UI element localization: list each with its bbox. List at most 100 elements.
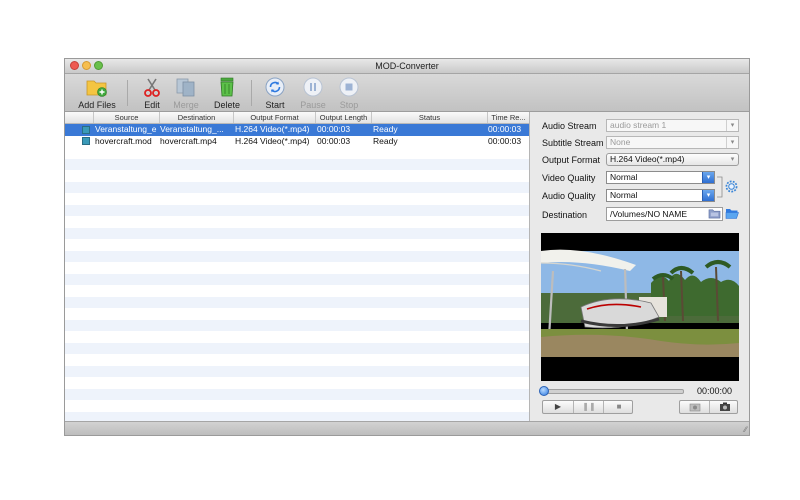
empty-row	[65, 216, 529, 228]
column-header-status[interactable]: Status	[371, 112, 487, 123]
toolbar-separator	[251, 80, 252, 106]
playback-controls: ▶ ❚❚ ■	[542, 400, 633, 414]
audio-quality-select[interactable]: Normal ▾	[606, 189, 715, 202]
chevron-down-icon: ▾	[702, 190, 714, 201]
cell-status: Ready	[373, 135, 398, 146]
output-format-select[interactable]: H.264 Video(*.mp4) ▾	[606, 153, 739, 166]
cell-destination: Veranstaltung_...	[160, 124, 224, 134]
empty-row	[65, 181, 529, 193]
play-button[interactable]: ▶	[543, 401, 573, 413]
close-window-button[interactable]	[70, 61, 79, 70]
cell-source: Veranstaltung_e	[95, 124, 157, 134]
toolbar-separator	[127, 80, 128, 106]
browse-folder-icon[interactable]	[708, 208, 721, 219]
empty-row	[65, 262, 529, 274]
stop-playback-button[interactable]: ■	[603, 401, 634, 413]
pause-button[interactable]: Pause	[299, 76, 327, 110]
pause-playback-button[interactable]: ❚❚	[573, 401, 604, 413]
audio-stream-label: Audio Stream	[542, 121, 597, 131]
preview-frame-image	[541, 233, 739, 381]
destination-label: Destination	[542, 210, 588, 220]
play-icon: ▶	[554, 402, 562, 411]
stop-icon: ■	[616, 402, 622, 411]
start-button[interactable]: Start	[261, 76, 289, 110]
cell-time-remaining: 00:00:03	[488, 135, 522, 146]
empty-row	[65, 250, 529, 262]
audio-stream-select[interactable]: audio stream 1 ▾	[606, 119, 739, 132]
cell-output-length: 00:00:03	[317, 124, 351, 134]
empty-row	[65, 193, 529, 205]
playback-slider-handle[interactable]	[539, 386, 549, 396]
zoom-window-button[interactable]	[94, 61, 103, 70]
empty-row	[65, 296, 529, 308]
pause-icon	[303, 77, 323, 97]
title-bar[interactable]: MOD-Converter	[65, 59, 749, 74]
empty-row	[65, 319, 529, 331]
camera-settings-icon	[689, 403, 700, 412]
app-window: MOD-Converter Add Files Edit Merge Delet…	[64, 58, 750, 436]
column-header-destination[interactable]: Destination	[159, 112, 233, 123]
trash-icon	[220, 77, 234, 97]
column-header-source[interactable]: Source	[93, 112, 159, 123]
output-format-label: Output Format	[542, 155, 601, 165]
empty-row	[65, 365, 529, 377]
table-row[interactable]: hovercraft.mod hovercraft.mp4 H.264 Vide…	[65, 136, 529, 148]
add-files-button[interactable]: Add Files	[77, 76, 117, 110]
table-header: Source Destination Output Format Output …	[65, 112, 529, 124]
empty-row	[65, 342, 529, 354]
video-quality-label: Video Quality	[542, 173, 596, 183]
snapshot-settings-button[interactable]	[680, 401, 709, 413]
open-folder-icon[interactable]	[725, 207, 739, 219]
conversion-list[interactable]: Source Destination Output Format Output …	[65, 112, 530, 422]
edit-button[interactable]: Edit	[138, 76, 166, 110]
audio-quality-label: Audio Quality	[542, 191, 596, 201]
empty-row	[65, 400, 529, 412]
status-bar: ∕∕	[65, 421, 749, 435]
empty-row	[65, 239, 529, 251]
subtitle-stream-select[interactable]: None ▾	[606, 136, 739, 149]
cell-output-format: H.264 Video(*.mp4)	[235, 135, 310, 146]
destination-field[interactable]: /Volumes/NO NAME	[606, 207, 723, 221]
empty-row	[65, 227, 529, 239]
empty-row	[65, 204, 529, 216]
video-preview	[541, 233, 739, 381]
empty-row	[65, 388, 529, 400]
snapshot-controls	[679, 400, 738, 414]
empty-row	[65, 158, 529, 170]
merge-button[interactable]: Merge	[171, 76, 201, 110]
column-header-time-remaining[interactable]: Time Re...	[487, 112, 529, 123]
empty-row	[65, 377, 529, 389]
empty-row	[65, 285, 529, 297]
cell-output-format: H.264 Video(*.mp4)	[235, 124, 310, 134]
pause-icon: ❚❚	[582, 402, 596, 411]
stop-button[interactable]: Stop	[335, 76, 363, 110]
resize-grip-icon[interactable]: ∕∕	[744, 425, 747, 434]
cell-output-length: 00:00:03	[317, 135, 351, 146]
column-header-output-length[interactable]: Output Length	[315, 112, 371, 123]
refresh-icon	[265, 77, 285, 97]
subtitle-stream-label: Subtitle Stream	[542, 138, 604, 148]
window-title: MOD-Converter	[375, 61, 439, 71]
delete-button[interactable]: Delete	[211, 76, 243, 110]
merge-film-icon	[176, 78, 195, 97]
cell-source: hovercraft.mod	[95, 135, 152, 146]
chevron-down-icon: ▾	[730, 156, 735, 163]
chevron-down-icon: ▾	[726, 120, 738, 131]
video-quality-select[interactable]: Normal ▾	[606, 171, 715, 184]
gear-icon[interactable]	[725, 180, 738, 193]
chevron-down-icon: ▾	[702, 172, 714, 183]
table-body: Veranstaltung_e Veranstaltung_... H.264 …	[65, 124, 529, 422]
cell-destination: hovercraft.mp4	[160, 135, 217, 146]
snapshot-button[interactable]	[709, 401, 739, 413]
toolbar: Add Files Edit Merge Delete Start Pause …	[65, 74, 749, 112]
column-header-output-format[interactable]: Output Format	[233, 112, 315, 123]
camera-icon	[719, 402, 730, 411]
column-header-icon[interactable]	[65, 112, 93, 123]
table-row[interactable]: Veranstaltung_e Veranstaltung_... H.264 …	[65, 124, 529, 136]
scissors-icon	[144, 78, 160, 97]
playback-slider[interactable]	[542, 389, 684, 394]
empty-row	[65, 273, 529, 285]
minimize-window-button[interactable]	[82, 61, 91, 70]
cell-time-remaining: 00:00:03	[488, 124, 522, 134]
playback-time: 00:00:00	[697, 386, 733, 396]
